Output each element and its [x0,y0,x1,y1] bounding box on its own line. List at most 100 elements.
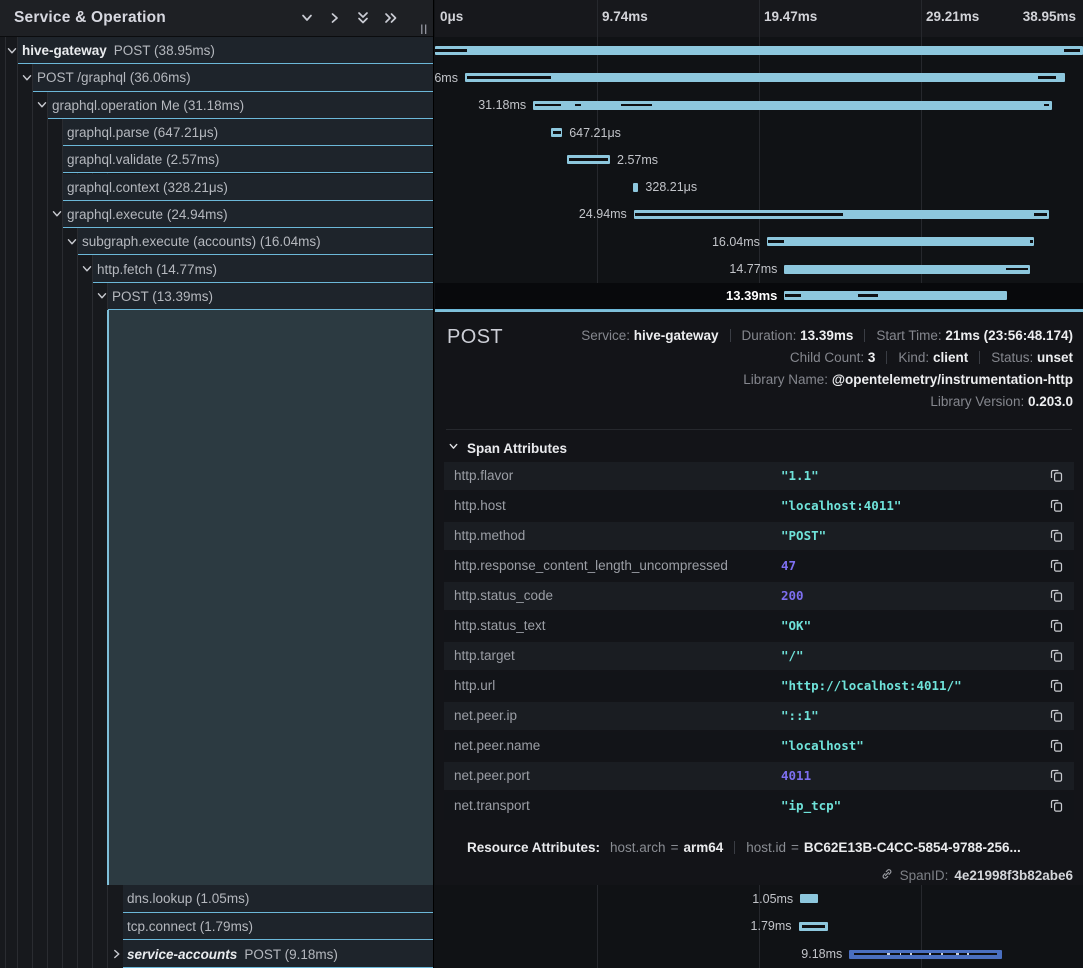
chevron-down-icon[interactable] [35,98,49,112]
copy-icon[interactable] [1049,558,1065,574]
copy-icon[interactable] [1049,798,1065,814]
collapse-all-icon[interactable] [355,10,371,26]
attribute-value: "/" [781,642,804,670]
span-id-label: SpanID: [900,868,949,883]
collapse-one-icon[interactable] [299,10,315,26]
child-span-marker [621,104,652,107]
timeline-row[interactable]: 1.05ms [435,885,1083,913]
timeline-row[interactable]: 31.18ms [435,92,1083,119]
copy-icon[interactable] [1049,468,1065,484]
timeline-row[interactable]: 24.94ms [435,201,1083,228]
span-duration-bar[interactable] [533,101,1052,110]
copy-icon[interactable] [1049,498,1065,514]
timeline-row[interactable]: 328.21μs [435,174,1083,201]
tree-row[interactable]: tcp.connect (1.79ms) [0,913,434,941]
chevron-down-icon[interactable] [20,71,34,85]
child-span-marker [768,240,784,243]
span-duration-bar[interactable] [633,183,638,192]
link-icon[interactable] [880,867,894,884]
span-name-label: tcp.connect (1.79ms) [127,913,253,941]
span-duration-bar[interactable] [435,46,1083,55]
span-duration-bar[interactable] [634,210,1049,219]
attribute-value: "localhost" [781,732,864,760]
tree-row[interactable]: service-accountsPOST (9.18ms) [0,940,434,968]
bar-duration-label: 1.05ms [752,885,793,913]
span-duration-bar[interactable] [800,894,817,903]
span-tree-panel: Service & Operation || hive-gatewayPOST … [0,0,434,968]
timeline-row[interactable]: 14.77ms [435,255,1083,282]
copy-icon[interactable] [1049,678,1065,694]
chevron-down-icon[interactable] [5,44,19,58]
timeline-row[interactable]: 2.57ms [435,146,1083,173]
meta-separator [979,351,980,364]
chevron-right-icon [447,839,460,855]
span-attributes-toggle[interactable]: Span Attributes [447,440,567,456]
expand-one-icon[interactable] [327,10,343,26]
timeline-row[interactable]: 36.06ms [435,64,1083,91]
timeline-row[interactable]: 38.95ms [435,37,1083,64]
span-duration-bar[interactable] [551,128,562,137]
tree-row[interactable]: graphql.context (328.21μs) [0,174,434,201]
copy-icon[interactable] [1049,708,1065,724]
timeline-row[interactable]: 1.79ms [435,913,1083,941]
copy-icon[interactable] [1049,648,1065,664]
bar-duration-label: 31.18ms [478,92,526,119]
child-span-marker [635,213,842,216]
bar-duration-label: 36.06ms [435,64,458,91]
timeline-row[interactable]: 13.39ms [435,283,1083,310]
attribute-row: http.response_content_length_uncompresse… [444,552,1074,580]
tree-row[interactable]: graphql.parse (647.21μs) [0,119,434,146]
chevron-right-icon[interactable] [110,947,124,961]
chevron-down-icon[interactable] [95,289,109,303]
timeline-row[interactable]: 16.04ms [435,228,1083,255]
panel-title: Service & Operation [14,9,166,27]
tree-row[interactable]: hive-gatewayPOST (38.95ms) [0,37,434,64]
service-name: hive-gateway [22,43,107,58]
attribute-row: http.method"POST" [444,522,1074,550]
tree-row[interactable]: dns.lookup (1.05ms) [0,885,434,913]
attribute-row: net.peer.name"localhost" [444,732,1074,760]
panel-resize-handle[interactable]: || [420,24,428,35]
tree-row[interactable]: POST (13.39ms) [0,283,434,310]
timeline-row[interactable]: 647.21μs [435,119,1083,146]
attribute-key: http.flavor [454,462,513,490]
child-span-marker [575,104,581,107]
tree-row[interactable]: graphql.operation Me (31.18ms) [0,92,434,119]
tree-row[interactable]: http.fetch (14.77ms) [0,255,434,282]
span-duration-bar[interactable] [784,291,1007,300]
attribute-value: 200 [781,582,804,610]
bar-duration-label: 24.94ms [579,201,627,228]
tree-row[interactable]: graphql.execute (24.94ms) [0,201,434,228]
tree-row[interactable]: POST /graphql (36.06ms) [0,64,434,91]
copy-icon[interactable] [1049,738,1065,754]
resource-attributes-row[interactable]: Resource Attributes:host.arch=arm64host.… [447,836,1021,858]
chevron-down-icon[interactable] [50,207,64,221]
expand-all-icon[interactable] [383,10,399,26]
attribute-row: http.status_code200 [444,582,1074,610]
tree-row[interactable]: graphql.validate (2.57ms) [0,146,434,173]
meta-separator [864,329,865,342]
resource-attributes-header: Resource Attributes: [467,840,600,855]
span-duration-bar[interactable] [465,73,1065,82]
copy-icon[interactable] [1049,588,1065,604]
copy-icon[interactable] [1049,528,1065,544]
span-name-label: subgraph.execute (accounts) (16.04ms) [82,228,321,255]
axis-tick-label: 19.47ms [764,9,817,24]
span-name-label: http.fetch (14.77ms) [97,255,217,282]
span-id-value: 4e21998f3b82abe6 [954,868,1073,883]
copy-icon[interactable] [1049,768,1065,784]
span-duration-bar[interactable] [767,237,1034,246]
span-duration-bar[interactable] [849,950,1002,959]
chevron-down-icon[interactable] [80,262,94,276]
span-duration-bar[interactable] [567,155,610,164]
resource-key: host.arch [610,840,666,855]
tree-row[interactable]: subgraph.execute (accounts) (16.04ms) [0,228,434,255]
chevron-down-icon[interactable] [65,235,79,249]
span-duration-bar[interactable] [784,265,1030,274]
meta-label: Status: [991,350,1037,365]
axis-tick-label: 38.95ms [1023,9,1076,24]
copy-icon[interactable] [1049,618,1065,634]
timeline-row[interactable]: 9.18ms [435,940,1083,968]
span-duration-bar[interactable] [799,922,829,931]
attribute-key: http.target [454,642,515,670]
